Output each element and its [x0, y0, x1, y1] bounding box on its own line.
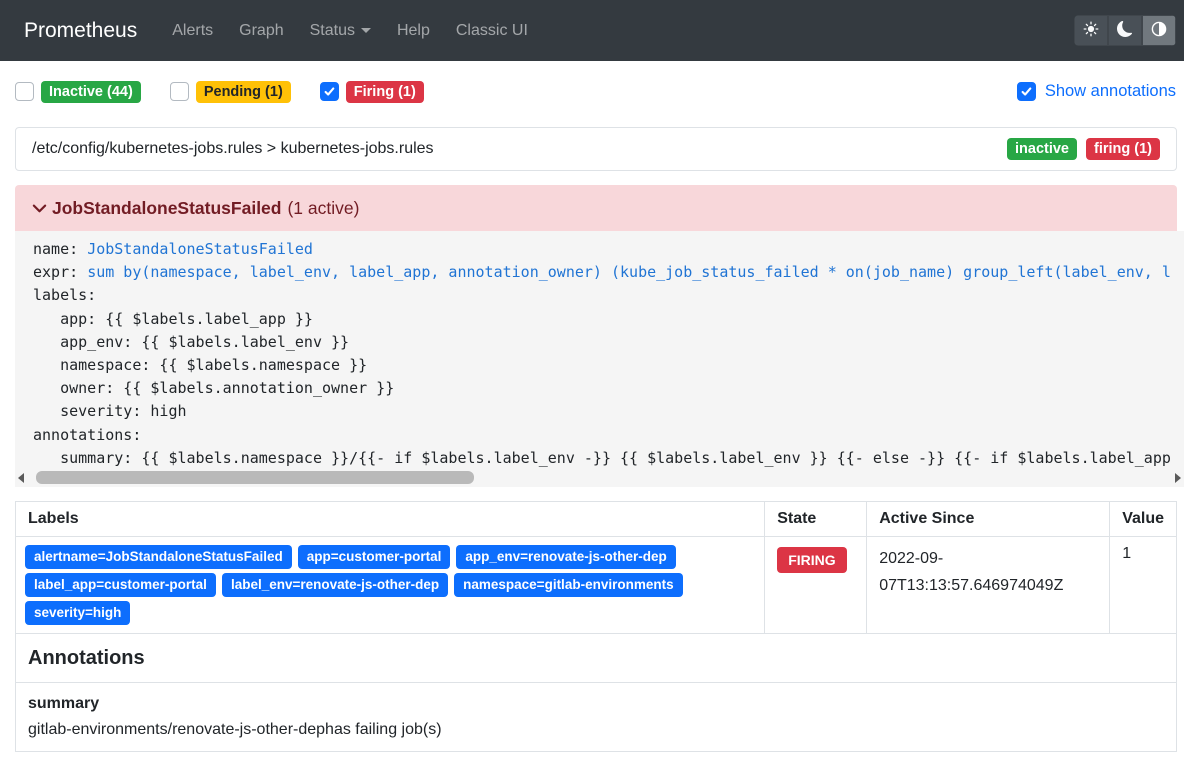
code-line: severity: high	[33, 400, 1184, 423]
alert-active-count: (1 active)	[287, 198, 359, 219]
scroll-right-arrow-icon[interactable]	[1175, 473, 1181, 483]
chevron-down-icon	[31, 200, 48, 217]
show-annotations-label[interactable]: Show annotations	[1045, 82, 1176, 101]
label-badge-label-env: label_env=renovate-js-other-dep	[222, 573, 448, 597]
alert-rule-name: JobStandaloneStatusFailed	[52, 198, 281, 219]
inactive-filter-badge[interactable]: Inactive (44)	[41, 81, 141, 103]
filter-firing: Firing (1)	[320, 81, 424, 103]
annotation-key: summary	[28, 691, 1164, 717]
annotations-title-row: Annotations	[16, 634, 1177, 683]
code-line: app_env: {{ $labels.label_env }}	[33, 331, 1184, 354]
light-theme-button[interactable]	[1074, 15, 1108, 46]
nav-links: Alerts Graph Status Help Classic UI	[159, 14, 541, 48]
yaml-key: expr:	[33, 263, 87, 281]
auto-theme-button[interactable]	[1142, 15, 1176, 46]
theme-toggle-group	[1074, 15, 1176, 46]
label-badge-app-env: app_env=renovate-js-other-dep	[456, 545, 675, 569]
header-value: Value	[1110, 502, 1177, 537]
rule-group-badges: inactive firing (1)	[1007, 138, 1160, 160]
pending-checkbox[interactable]	[170, 82, 189, 101]
yaml-value: JobStandaloneStatusFailed	[87, 240, 313, 258]
alert-instance-row: alertname=JobStandaloneStatusFailedapp=c…	[16, 537, 1177, 634]
moon-icon	[1117, 21, 1133, 40]
value-cell: 1	[1110, 537, 1177, 634]
chevron-down-icon	[361, 28, 371, 33]
alert-rule-header[interactable]: JobStandaloneStatusFailed (1 active)	[15, 185, 1177, 231]
code-line: app: {{ $labels.label_app }}	[33, 308, 1184, 331]
annotation-value: gitlab-environments/renovate-js-other-de…	[28, 717, 1164, 743]
labels-cell: alertname=JobStandaloneStatusFailedapp=c…	[16, 537, 765, 634]
nav-status-label: Status	[310, 22, 355, 39]
header-state: State	[765, 502, 867, 537]
rule-group-path: /etc/config/kubernetes-jobs.rules > kube…	[32, 140, 434, 158]
firing-state-badge: FIRING	[777, 547, 846, 573]
inactive-count-badge: inactive	[1007, 138, 1077, 160]
alert-instances-table: Labels State Active Since Value alertnam…	[15, 501, 1177, 752]
nav-classic-ui[interactable]: Classic UI	[443, 14, 541, 48]
code-line-expr: expr: sum by(namespace, label_env, label…	[33, 261, 1184, 284]
brand-prometheus[interactable]: Prometheus	[24, 19, 137, 43]
code-line: labels:	[33, 284, 1184, 307]
label-badge-label-app: label_app=customer-portal	[25, 573, 216, 597]
show-annotations-toggle: Show annotations	[1017, 82, 1176, 101]
filter-pending: Pending (1)	[170, 81, 291, 103]
circle-half-icon	[1151, 21, 1167, 40]
yaml-key: name:	[33, 240, 87, 258]
annotations-heading: Annotations	[28, 647, 145, 669]
nav-status-dropdown[interactable]: Status	[297, 14, 384, 48]
rule-definition-code: name: JobStandaloneStatusFailed expr: su…	[15, 231, 1184, 487]
rule-yaml: name: JobStandaloneStatusFailed expr: su…	[15, 238, 1184, 470]
show-annotations-checkbox[interactable]	[1017, 82, 1036, 101]
horizontal-scrollbar	[15, 470, 1184, 487]
code-line: annotations:	[33, 424, 1184, 447]
annotation-row: summary gitlab-environments/renovate-js-…	[16, 683, 1177, 752]
alerts-page: Inactive (44) Pending (1) Firing (1) Sho…	[0, 61, 1184, 752]
code-line-name: name: JobStandaloneStatusFailed	[33, 238, 1184, 261]
navbar: Prometheus Alerts Graph Status Help Clas…	[0, 0, 1184, 61]
check-icon	[1020, 85, 1033, 98]
inactive-checkbox[interactable]	[15, 82, 34, 101]
code-line: owner: {{ $labels.annotation_owner }}	[33, 377, 1184, 400]
scroll-left-arrow-icon[interactable]	[18, 473, 24, 483]
nav-alerts[interactable]: Alerts	[159, 14, 226, 48]
firing-checkbox[interactable]	[320, 82, 339, 101]
rule-group-card: /etc/config/kubernetes-jobs.rules > kube…	[15, 127, 1177, 171]
nav-graph[interactable]: Graph	[226, 14, 296, 48]
dark-theme-button[interactable]	[1108, 15, 1142, 46]
check-icon	[323, 85, 336, 98]
header-labels: Labels	[16, 502, 765, 537]
code-line: summary: {{ $labels.namespace }}/{{- if …	[33, 447, 1184, 470]
state-cell: FIRING	[765, 537, 867, 634]
alert-state-filters: Inactive (44) Pending (1) Firing (1) Sho…	[15, 78, 1177, 105]
yaml-value: sum by(namespace, label_env, label_app, …	[87, 263, 1171, 281]
table-header-row: Labels State Active Since Value	[16, 502, 1177, 537]
scrollbar-track[interactable]	[30, 471, 1169, 484]
label-badge-severity: severity=high	[25, 601, 130, 625]
sun-icon	[1083, 21, 1099, 40]
active-since-cell: 2022-09-07T13:13:57.646974049Z	[867, 537, 1110, 634]
header-active-since: Active Since	[867, 502, 1110, 537]
label-badge-app: app=customer-portal	[298, 545, 451, 569]
filter-inactive: Inactive (44)	[15, 81, 141, 103]
nav-help[interactable]: Help	[384, 14, 443, 48]
scrollbar-thumb[interactable]	[36, 471, 474, 484]
pending-filter-badge[interactable]: Pending (1)	[196, 81, 291, 103]
label-badge-namespace: namespace=gitlab-environments	[454, 573, 682, 597]
firing-count-badge: firing (1)	[1086, 138, 1160, 160]
firing-filter-badge[interactable]: Firing (1)	[346, 81, 424, 103]
alert-rule-panel: JobStandaloneStatusFailed (1 active) nam…	[15, 185, 1177, 752]
code-line: namespace: {{ $labels.namespace }}	[33, 354, 1184, 377]
label-badge-alertname: alertname=JobStandaloneStatusFailed	[25, 545, 292, 569]
